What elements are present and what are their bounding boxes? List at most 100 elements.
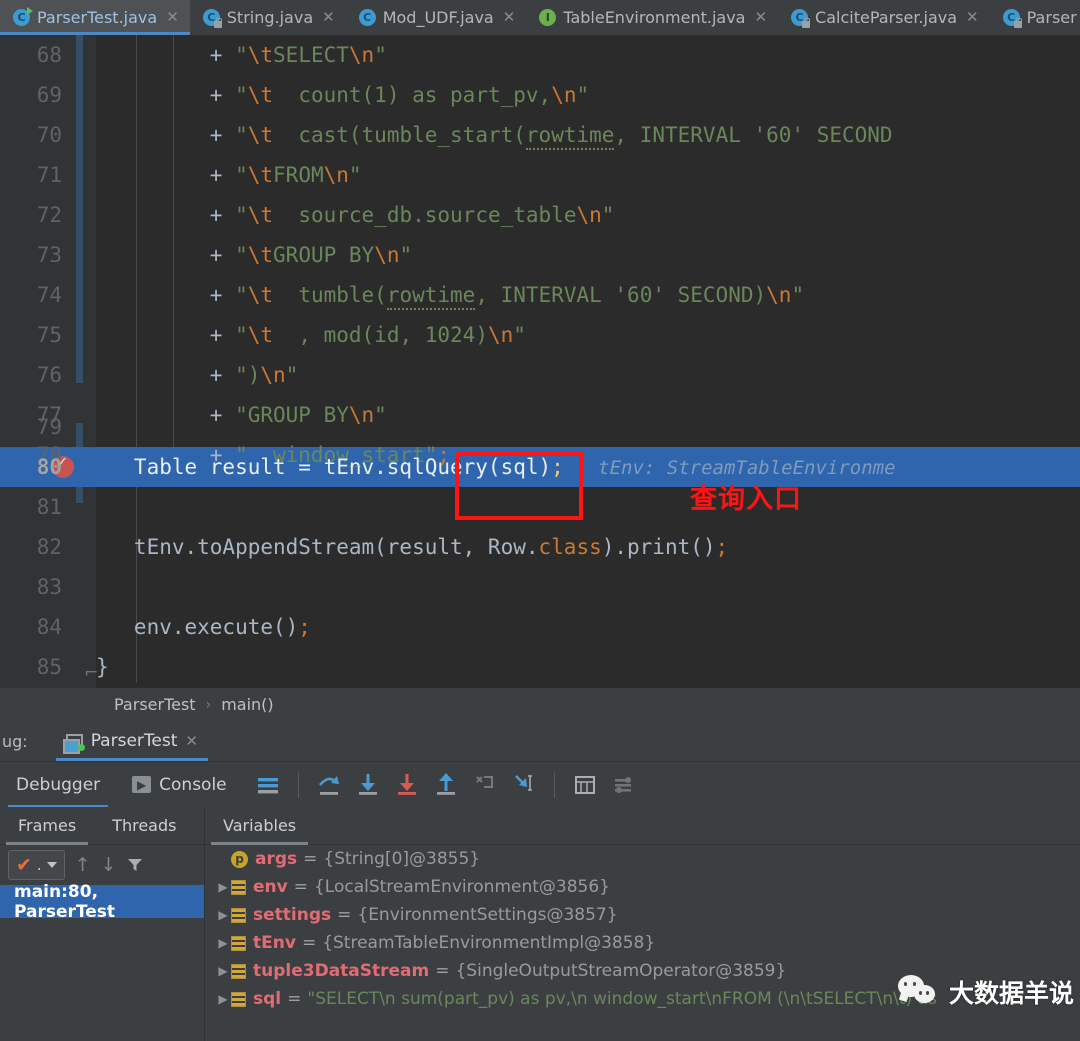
tab-label: Console — [159, 774, 227, 795]
line-number: 71 — [36, 163, 62, 187]
tab-label: TableEnvironment.java — [563, 7, 746, 27]
object-icon — [231, 879, 246, 895]
ide-window: C ParserTest.java ✕ C String.java ✕ C Mo… — [0, 0, 1080, 1041]
line-number: 82 — [36, 535, 62, 559]
debug-session-label: ParserTest — [90, 731, 178, 751]
tab-debugger[interactable]: Debugger — [0, 762, 116, 808]
vcs-change-marker — [76, 35, 83, 383]
variable-name: settings — [253, 905, 332, 925]
variable-value: {String[0]@3855} — [323, 849, 481, 869]
equals-sign: = — [303, 849, 318, 869]
tab-label: Threads — [112, 816, 177, 835]
variable-name: env — [253, 877, 288, 897]
close-icon[interactable]: ✕ — [185, 732, 198, 750]
editor-tab-parsertest[interactable]: C ParserTest.java ✕ — [0, 0, 190, 35]
equals-sign: = — [293, 877, 308, 897]
evaluate-expression-icon[interactable] — [568, 768, 602, 802]
variable-row[interactable]: ▶ tEnv = {StreamTableEnvironmentImpl@385… — [205, 929, 1080, 957]
divider — [553, 771, 555, 798]
frames-pane-tabs: Frames Threads — [0, 807, 204, 845]
step-into-icon[interactable] — [351, 768, 385, 802]
console-icon: ▶ — [132, 776, 152, 793]
editor-tab-tableenvironment[interactable]: I TableEnvironment.java ✕ — [526, 0, 779, 35]
equals-sign: = — [337, 905, 352, 925]
tab-variables[interactable]: Variables — [205, 807, 314, 845]
expand-chevron-icon[interactable]: ▶ — [215, 992, 231, 1006]
expand-chevron-icon[interactable]: ▶ — [215, 964, 231, 978]
frame-down-button[interactable]: ↓ — [101, 854, 117, 876]
tab-label: ParserTest.java — [37, 7, 158, 27]
line-number: 79 — [36, 415, 62, 439]
breadcrumb-item-class[interactable]: ParserTest — [114, 695, 196, 714]
settings-icon[interactable] — [607, 768, 641, 802]
variables-pane-tabs: Variables — [205, 807, 1080, 845]
tab-label: Variables — [223, 816, 297, 835]
close-icon[interactable]: ✕ — [503, 10, 516, 25]
tab-console[interactable]: ▶ Console — [116, 762, 243, 808]
expand-chevron-icon[interactable]: ▶ — [215, 880, 231, 894]
close-icon[interactable]: ✕ — [966, 10, 979, 25]
variable-row[interactable]: p args = {String[0]@3855} — [205, 845, 1080, 873]
chevron-down-icon[interactable] — [46, 862, 57, 868]
variable-row[interactable]: ▶ env = {LocalStreamEnvironment@3856} — [205, 873, 1080, 901]
debug-window-header: ug: ParserTest ✕ — [0, 721, 1080, 761]
expand-chevron-icon[interactable]: ▶ — [215, 936, 231, 950]
tab-frames[interactable]: Frames — [0, 807, 94, 845]
object-icon — [231, 935, 246, 951]
editor-tab-calciteparser[interactable]: C CalciteParser.java ✕ — [778, 0, 990, 35]
object-icon — [231, 907, 246, 923]
java-class-icon: C — [1002, 9, 1022, 28]
mute-breakpoints-icon[interactable] — [251, 768, 285, 802]
frame-item-main[interactable]: main:80, ParserTest — [0, 882, 204, 922]
variable-value: {SingleOutputStreamOperator@3859} — [455, 961, 787, 981]
code-line: + "\tSELECT\n" — [96, 43, 387, 67]
drop-frame-icon[interactable] — [468, 768, 502, 802]
breadcrumb-item-method[interactable]: main() — [221, 695, 273, 714]
line-number: 83 — [36, 575, 62, 599]
step-over-icon[interactable] — [312, 768, 346, 802]
code-line: + "GROUP BY\n" — [96, 403, 387, 427]
code-line: } — [96, 655, 109, 679]
equals-sign: = — [435, 961, 450, 981]
tab-threads[interactable]: Threads — [94, 807, 194, 845]
line-number: 85 — [36, 655, 62, 679]
run-to-cursor-icon[interactable] — [507, 768, 541, 802]
java-class-icon: C — [202, 9, 222, 28]
editor-tab-string[interactable]: C String.java ✕ — [189, 0, 346, 35]
code-line: + "\t count(1) as part_pv,\n" — [96, 83, 590, 107]
divider — [297, 771, 299, 798]
variables-list[interactable]: p args = {String[0]@3855} ▶ env = {Local… — [205, 845, 1080, 1041]
editor-tab-parser[interactable]: C Parser — [989, 0, 1080, 35]
line-number: 80 — [36, 455, 62, 479]
close-icon[interactable]: ✕ — [754, 10, 767, 25]
step-out-icon[interactable] — [429, 768, 463, 802]
frames-toolbar: ✔ . ↑ ↓ — [0, 845, 204, 885]
line-number: 81 — [36, 495, 62, 519]
frames-pane: Frames Threads ✔ . ↑ ↓ main:80, ParserTe… — [0, 807, 204, 1041]
debug-toolbar: Debugger ▶ Console — [0, 761, 1080, 808]
equals-sign: = — [287, 989, 302, 1009]
debug-session-tab[interactable]: ParserTest ✕ — [55, 721, 209, 761]
variable-row[interactable]: ▶ settings = {EnvironmentSettings@3857} — [205, 901, 1080, 929]
close-icon[interactable]: ✕ — [166, 10, 179, 25]
code-editor[interactable]: ⌐ 68 69 70 71 72 73 74 75 76 77 78 79 80… — [0, 35, 1080, 688]
code-line: + "\t source_db.source_table\n" — [96, 203, 615, 227]
line-number: 84 — [36, 615, 62, 639]
variable-value: {StreamTableEnvironmentImpl@3858} — [322, 933, 656, 953]
force-step-into-icon[interactable] — [390, 768, 424, 802]
frame-up-button[interactable]: ↑ — [75, 854, 91, 876]
annotation-label: 查询入口 — [690, 484, 802, 515]
line-number: 74 — [36, 283, 62, 307]
thread-selector[interactable]: ✔ . — [8, 850, 65, 880]
funnel-icon[interactable] — [127, 857, 143, 873]
line-number: 72 — [36, 203, 62, 227]
watermark: 大数据羊说 — [897, 974, 1074, 1010]
code-line: + ")\n" — [96, 363, 299, 387]
object-icon — [231, 963, 246, 979]
expand-chevron-icon[interactable]: ▶ — [215, 908, 231, 922]
close-icon[interactable]: ✕ — [322, 10, 335, 25]
code-line: + "\tFROM\n" — [96, 163, 362, 187]
line-number: 70 — [36, 123, 62, 147]
editor-tab-mod-udf[interactable]: C Mod_UDF.java ✕ — [345, 0, 527, 35]
object-icon — [231, 991, 246, 1007]
